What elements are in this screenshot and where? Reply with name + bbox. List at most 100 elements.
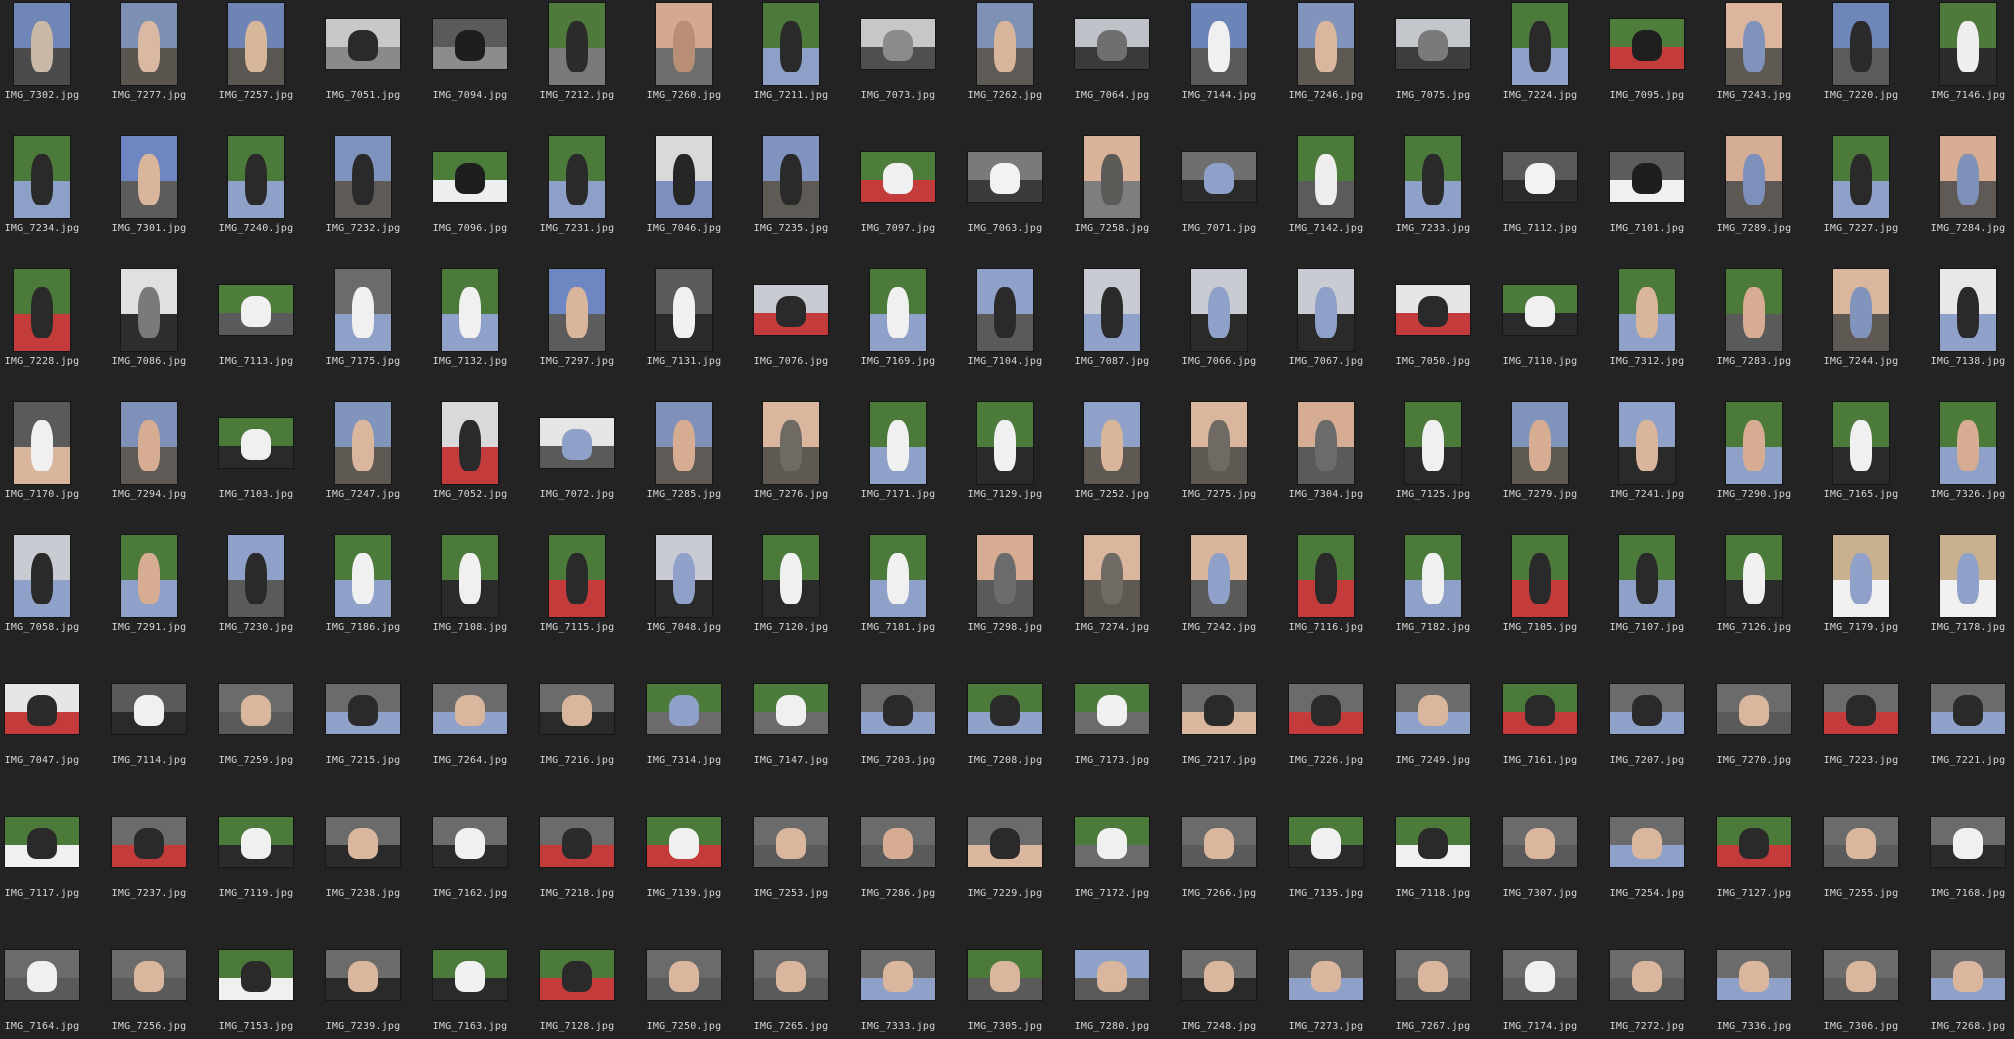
thumbnail[interactable]: IMG_7153.jpg bbox=[204, 931, 308, 1039]
thumbnail[interactable]: IMG_7228.jpg bbox=[0, 266, 94, 394]
thumbnail[interactable]: IMG_7294.jpg bbox=[97, 399, 201, 527]
thumbnail[interactable]: IMG_7283.jpg bbox=[1702, 266, 1806, 394]
thumbnail[interactable]: IMG_7258.jpg bbox=[1060, 133, 1164, 261]
thumbnail[interactable]: IMG_7259.jpg bbox=[204, 665, 308, 793]
thumbnail[interactable]: IMG_7131.jpg bbox=[632, 266, 736, 394]
thumbnail[interactable]: IMG_7169.jpg bbox=[846, 266, 950, 394]
thumbnail[interactable]: IMG_7234.jpg bbox=[0, 133, 94, 261]
thumbnail[interactable]: IMG_7238.jpg bbox=[311, 798, 415, 926]
thumbnail[interactable]: IMG_7051.jpg bbox=[311, 0, 415, 128]
thumbnail[interactable]: IMG_7116.jpg bbox=[1274, 532, 1378, 660]
thumbnail[interactable]: IMG_7108.jpg bbox=[418, 532, 522, 660]
thumbnail[interactable]: IMG_7252.jpg bbox=[1060, 399, 1164, 527]
thumbnail[interactable]: IMG_7115.jpg bbox=[525, 532, 629, 660]
thumbnail[interactable]: IMG_7072.jpg bbox=[525, 399, 629, 527]
thumbnail[interactable]: IMG_7181.jpg bbox=[846, 532, 950, 660]
thumbnail[interactable]: IMG_7298.jpg bbox=[953, 532, 1057, 660]
thumbnail[interactable]: IMG_7255.jpg bbox=[1809, 798, 1913, 926]
thumbnail[interactable]: IMG_7161.jpg bbox=[1488, 665, 1592, 793]
thumbnail[interactable]: IMG_7333.jpg bbox=[846, 931, 950, 1039]
thumbnail[interactable]: IMG_7170.jpg bbox=[0, 399, 94, 527]
thumbnail[interactable]: IMG_7119.jpg bbox=[204, 798, 308, 926]
thumbnail[interactable]: IMG_7147.jpg bbox=[739, 665, 843, 793]
thumbnail[interactable]: IMG_7240.jpg bbox=[204, 133, 308, 261]
thumbnail[interactable]: IMG_7220.jpg bbox=[1809, 0, 1913, 128]
thumbnail[interactable]: IMG_7139.jpg bbox=[632, 798, 736, 926]
thumbnail[interactable]: IMG_7326.jpg bbox=[1916, 399, 2014, 527]
thumbnail[interactable]: IMG_7168.jpg bbox=[1916, 798, 2014, 926]
thumbnail[interactable]: IMG_7227.jpg bbox=[1809, 133, 1913, 261]
thumbnail[interactable]: IMG_7135.jpg bbox=[1274, 798, 1378, 926]
thumbnail[interactable]: IMG_7138.jpg bbox=[1916, 266, 2014, 394]
thumbnail[interactable]: IMG_7242.jpg bbox=[1167, 532, 1271, 660]
thumbnail[interactable]: IMG_7179.jpg bbox=[1809, 532, 1913, 660]
thumbnail[interactable]: IMG_7297.jpg bbox=[525, 266, 629, 394]
thumbnail[interactable]: IMG_7216.jpg bbox=[525, 665, 629, 793]
thumbnail[interactable]: IMG_7094.jpg bbox=[418, 0, 522, 128]
thumbnail[interactable]: IMG_7307.jpg bbox=[1488, 798, 1592, 926]
thumbnail[interactable]: IMG_7262.jpg bbox=[953, 0, 1057, 128]
thumbnail[interactable]: IMG_7272.jpg bbox=[1595, 931, 1699, 1039]
thumbnail[interactable]: IMG_7142.jpg bbox=[1274, 133, 1378, 261]
thumbnail[interactable]: IMG_7114.jpg bbox=[97, 665, 201, 793]
thumbnail[interactable]: IMG_7132.jpg bbox=[418, 266, 522, 394]
thumbnail[interactable]: IMG_7212.jpg bbox=[525, 0, 629, 128]
thumbnail[interactable]: IMG_7073.jpg bbox=[846, 0, 950, 128]
thumbnail[interactable]: IMG_7274.jpg bbox=[1060, 532, 1164, 660]
thumbnail[interactable]: IMG_7279.jpg bbox=[1488, 399, 1592, 527]
thumbnail[interactable]: IMG_7226.jpg bbox=[1274, 665, 1378, 793]
thumbnail[interactable]: IMG_7243.jpg bbox=[1702, 0, 1806, 128]
thumbnail[interactable]: IMG_7110.jpg bbox=[1488, 266, 1592, 394]
thumbnail[interactable]: IMG_7304.jpg bbox=[1274, 399, 1378, 527]
thumbnail[interactable]: IMG_7229.jpg bbox=[953, 798, 1057, 926]
thumbnail[interactable]: IMG_7086.jpg bbox=[97, 266, 201, 394]
thumbnail[interactable]: IMG_7247.jpg bbox=[311, 399, 415, 527]
thumbnail[interactable]: IMG_7250.jpg bbox=[632, 931, 736, 1039]
thumbnail[interactable]: IMG_7125.jpg bbox=[1381, 399, 1485, 527]
thumbnail[interactable]: IMG_7253.jpg bbox=[739, 798, 843, 926]
thumbnail[interactable]: IMG_7075.jpg bbox=[1381, 0, 1485, 128]
thumbnail[interactable]: IMG_7118.jpg bbox=[1381, 798, 1485, 926]
thumbnail[interactable]: IMG_7221.jpg bbox=[1916, 665, 2014, 793]
thumbnail[interactable]: IMG_7186.jpg bbox=[311, 532, 415, 660]
thumbnail[interactable]: IMG_7314.jpg bbox=[632, 665, 736, 793]
thumbnail[interactable]: IMG_7231.jpg bbox=[525, 133, 629, 261]
thumbnail[interactable]: IMG_7254.jpg bbox=[1595, 798, 1699, 926]
thumbnail[interactable]: IMG_7265.jpg bbox=[739, 931, 843, 1039]
thumbnail[interactable]: IMG_7305.jpg bbox=[953, 931, 1057, 1039]
thumbnail[interactable]: IMG_7095.jpg bbox=[1595, 0, 1699, 128]
thumbnail[interactable]: IMG_7107.jpg bbox=[1595, 532, 1699, 660]
thumbnail[interactable]: IMG_7103.jpg bbox=[204, 399, 308, 527]
thumbnail[interactable]: IMG_7101.jpg bbox=[1595, 133, 1699, 261]
thumbnail[interactable]: IMG_7260.jpg bbox=[632, 0, 736, 128]
thumbnail[interactable]: IMG_7266.jpg bbox=[1167, 798, 1271, 926]
thumbnail[interactable]: IMG_7235.jpg bbox=[739, 133, 843, 261]
thumbnail[interactable]: IMG_7162.jpg bbox=[418, 798, 522, 926]
thumbnail[interactable]: IMG_7048.jpg bbox=[632, 532, 736, 660]
thumbnail[interactable]: IMG_7165.jpg bbox=[1809, 399, 1913, 527]
thumbnail[interactable]: IMG_7207.jpg bbox=[1595, 665, 1699, 793]
thumbnail[interactable]: IMG_7208.jpg bbox=[953, 665, 1057, 793]
thumbnail[interactable]: IMG_7217.jpg bbox=[1167, 665, 1271, 793]
thumbnail[interactable]: IMG_7273.jpg bbox=[1274, 931, 1378, 1039]
thumbnail[interactable]: IMG_7112.jpg bbox=[1488, 133, 1592, 261]
thumbnail[interactable]: IMG_7233.jpg bbox=[1381, 133, 1485, 261]
thumbnail[interactable]: IMG_7096.jpg bbox=[418, 133, 522, 261]
thumbnail[interactable]: IMG_7067.jpg bbox=[1274, 266, 1378, 394]
thumbnail[interactable]: IMG_7223.jpg bbox=[1809, 665, 1913, 793]
thumbnail[interactable]: IMG_7163.jpg bbox=[418, 931, 522, 1039]
thumbnail[interactable]: IMG_7178.jpg bbox=[1916, 532, 2014, 660]
thumbnail[interactable]: IMG_7264.jpg bbox=[418, 665, 522, 793]
thumbnail[interactable]: IMG_7087.jpg bbox=[1060, 266, 1164, 394]
thumbnail[interactable]: IMG_7230.jpg bbox=[204, 532, 308, 660]
thumbnail[interactable]: IMG_7232.jpg bbox=[311, 133, 415, 261]
thumbnail[interactable]: IMG_7290.jpg bbox=[1702, 399, 1806, 527]
thumbnail[interactable]: IMG_7058.jpg bbox=[0, 532, 94, 660]
thumbnail[interactable]: IMG_7052.jpg bbox=[418, 399, 522, 527]
thumbnail[interactable]: IMG_7270.jpg bbox=[1702, 665, 1806, 793]
thumbnail[interactable]: IMG_7117.jpg bbox=[0, 798, 94, 926]
thumbnail[interactable]: IMG_7146.jpg bbox=[1916, 0, 2014, 128]
thumbnail[interactable]: IMG_7241.jpg bbox=[1595, 399, 1699, 527]
thumbnail[interactable]: IMG_7164.jpg bbox=[0, 931, 94, 1039]
thumbnail[interactable]: IMG_7064.jpg bbox=[1060, 0, 1164, 128]
